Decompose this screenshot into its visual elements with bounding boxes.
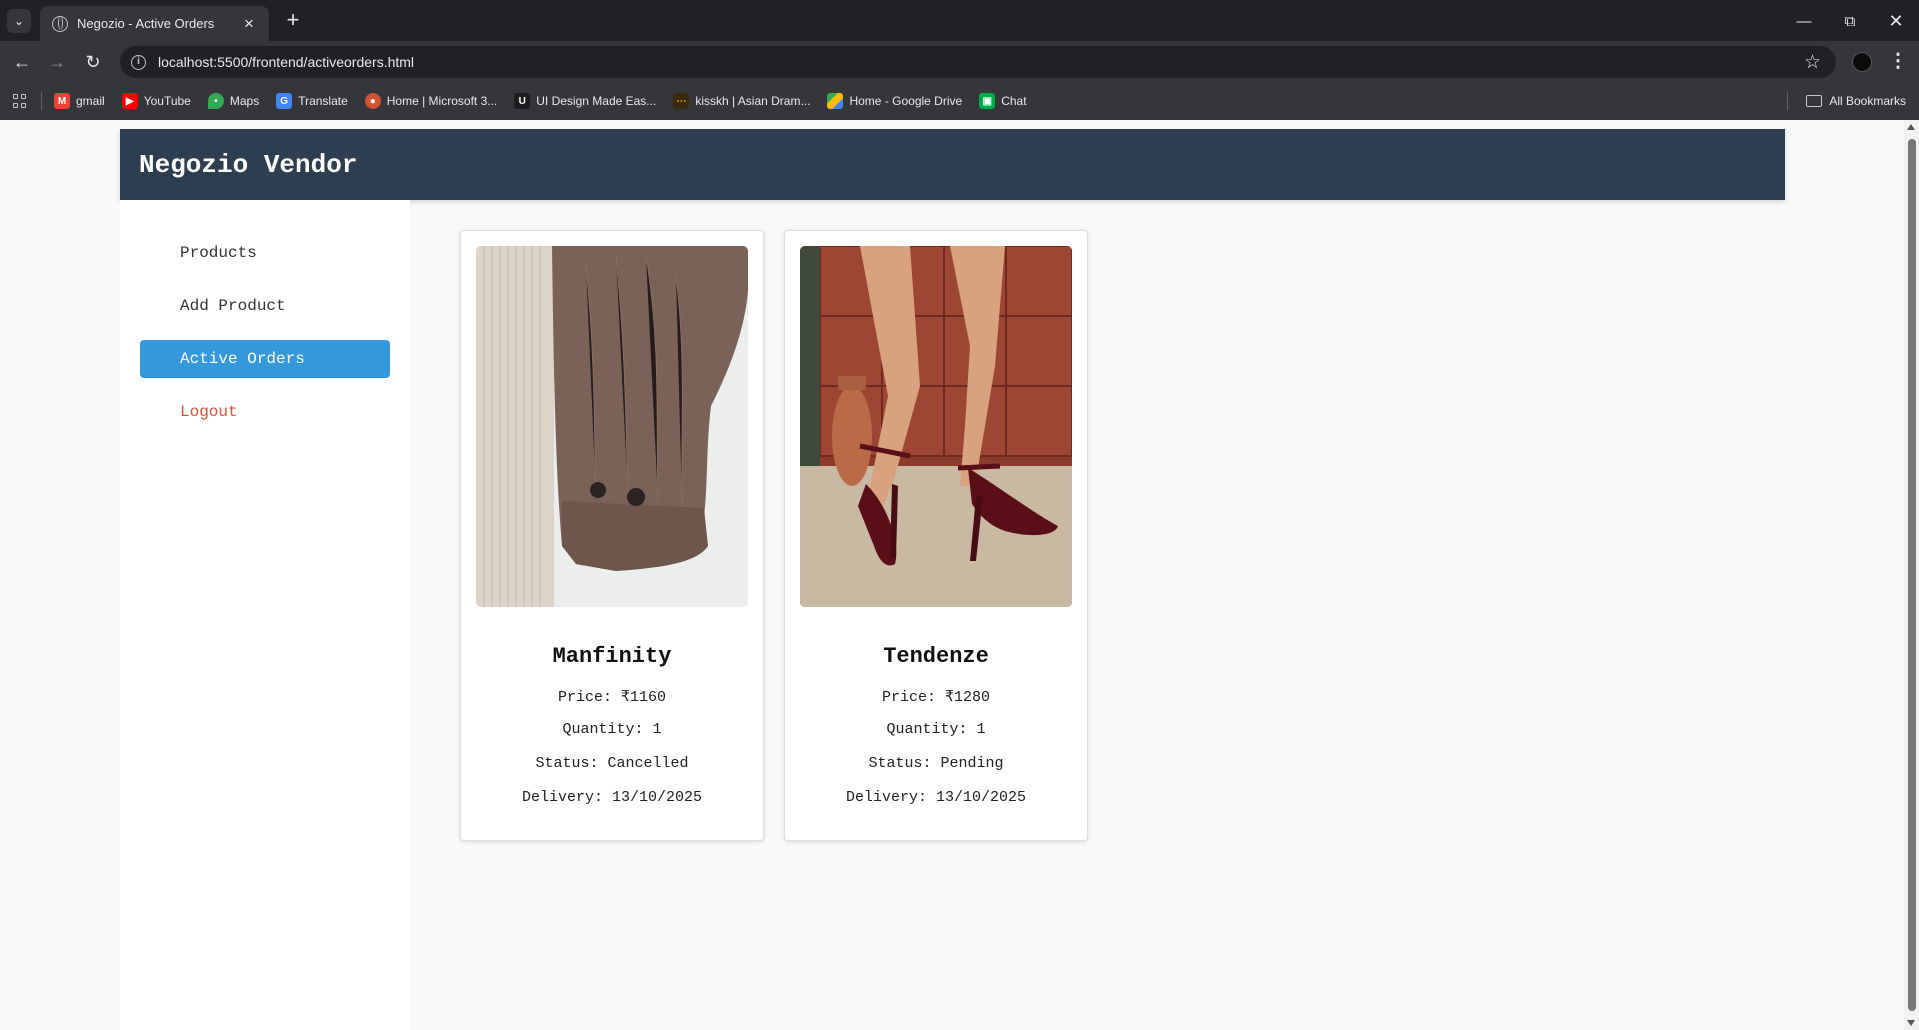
bookmark-label: Maps xyxy=(229,94,260,108)
bookmark-translate[interactable]: G Translate xyxy=(276,93,348,109)
bookmark-label: Home | Microsoft 3... xyxy=(386,94,498,108)
bookmark-microsoft365[interactable]: ● Home | Microsoft 3... xyxy=(364,93,498,109)
google-chat-icon: ▣ xyxy=(979,93,996,109)
all-bookmarks-label: All Bookmarks xyxy=(1829,94,1906,108)
browser-menu-icon[interactable]: ⋮ xyxy=(1886,49,1910,75)
order-card: Manfinity Price: ₹1160 Quantity: 1 Statu… xyxy=(460,230,764,841)
bookmark-label: YouTube xyxy=(143,94,191,108)
brand-title: Negozio Vendor xyxy=(139,150,358,180)
gmail-icon: M xyxy=(54,93,70,109)
vertical-scrollbar[interactable] xyxy=(1904,120,1919,1030)
order-quantity: Quantity: 1 xyxy=(562,721,662,738)
reload-icon[interactable]: ↻ xyxy=(79,48,107,76)
profile-avatar-icon[interactable] xyxy=(1852,52,1872,72)
bookmark-chat[interactable]: ▣ Chat xyxy=(979,93,1027,109)
product-name: Manfinity xyxy=(552,644,672,669)
bookmark-youtube[interactable]: ▶ YouTube xyxy=(121,93,191,109)
restore-window-icon[interactable]: ⧉ xyxy=(1830,8,1870,34)
page-viewport: Negozio Vendor Products Add Product Acti… xyxy=(0,120,1919,1030)
bookmark-label: gmail xyxy=(76,94,105,108)
minimize-icon[interactable]: — xyxy=(1784,8,1824,34)
bookmark-udemy[interactable]: U UI Design Made Eas... xyxy=(514,93,656,109)
order-status: Status: Cancelled xyxy=(535,755,689,772)
translate-icon: G xyxy=(276,93,293,109)
close-window-icon[interactable]: ✕ xyxy=(1876,8,1916,34)
close-tab-icon[interactable]: × xyxy=(239,14,259,34)
maps-icon: • xyxy=(207,93,224,109)
udemy-icon: U xyxy=(514,93,531,109)
app-header: Negozio Vendor xyxy=(120,129,1785,200)
scroll-down-arrow-icon[interactable] xyxy=(1907,1020,1915,1026)
sidebar-item-products[interactable]: Products xyxy=(140,234,390,272)
url-text[interactable]: localhost:5500/frontend/activeorders.htm… xyxy=(158,54,1804,70)
sidebar-item-logout[interactable]: Logout xyxy=(140,393,390,431)
site-info-icon[interactable]: i xyxy=(131,54,146,70)
bookmark-gmail[interactable]: Mgmail xyxy=(54,93,105,109)
google-drive-icon xyxy=(827,93,844,109)
address-bar[interactable]: i localhost:5500/frontend/activeorders.h… xyxy=(120,46,1836,78)
browser-toolbar: ← → ↻ i localhost:5500/frontend/activeor… xyxy=(0,41,1919,82)
all-bookmarks-button[interactable]: All Bookmarks xyxy=(1806,82,1906,120)
sidebar-item-add-product[interactable]: Add Product xyxy=(140,287,390,325)
browser-tab-bar: ⌄ Negozio - Active Orders × + — ⧉ ✕ xyxy=(0,0,1919,41)
scroll-up-arrow-icon[interactable] xyxy=(1907,124,1915,130)
product-name: Tendenze xyxy=(883,644,989,669)
order-status: Status: Pending xyxy=(868,755,1004,772)
tab-title: Negozio - Active Orders xyxy=(77,16,215,31)
order-card: Tendenze Price: ₹1280 Quantity: 1 Status… xyxy=(784,230,1088,841)
bookmark-label: Home - Google Drive xyxy=(849,94,963,108)
bookmarks-bar: Mgmail ▶ YouTube • Maps G Translate ● Home |… xyxy=(0,82,1919,120)
kisskh-icon: ⋯ xyxy=(673,93,690,109)
order-price: Price: ₹1160 xyxy=(557,689,667,706)
browser-tab[interactable]: Negozio - Active Orders × xyxy=(40,6,269,41)
product-image xyxy=(476,246,748,607)
product-image xyxy=(800,246,1072,607)
bookmark-kisskh[interactable]: ⋯ kisskh | Asian Dram... xyxy=(673,93,810,109)
bookmark-star-icon[interactable]: ☆ xyxy=(1804,51,1821,74)
order-quantity: Quantity: 1 xyxy=(886,721,986,738)
new-tab-plus-icon[interactable]: + xyxy=(280,8,306,34)
brown-corduroy-shirt-sleeve-photo xyxy=(476,246,748,607)
bookmark-label: kisskh | Asian Dram... xyxy=(695,94,811,108)
folder-icon xyxy=(1806,95,1823,107)
bookmarks-divider xyxy=(1787,92,1788,110)
back-arrow-icon[interactable]: ← xyxy=(8,48,36,76)
bookmark-label: Chat xyxy=(1001,94,1027,108)
order-delivery: Delivery: 13/10/2025 xyxy=(521,789,703,806)
burgundy-heeled-sandals-photo xyxy=(800,246,1072,607)
tab-search-chevron-icon[interactable]: ⌄ xyxy=(7,9,31,33)
sidebar: Products Add Product Active Orders Logou… xyxy=(120,200,410,1030)
microsoft365-icon: ● xyxy=(364,93,381,109)
bookmark-label: Translate xyxy=(298,94,348,108)
apps-grid-icon[interactable] xyxy=(13,94,27,108)
forward-arrow-icon[interactable]: → xyxy=(43,48,71,76)
order-delivery: Delivery: 13/10/2025 xyxy=(845,789,1027,806)
bookmark-label: UI Design Made Eas... xyxy=(536,94,657,108)
globe-icon xyxy=(52,15,68,32)
sidebar-item-active-orders[interactable]: Active Orders xyxy=(140,340,390,378)
bookmark-google-drive[interactable]: Home - Google Drive xyxy=(827,93,962,109)
bookmarks-divider xyxy=(41,92,42,110)
bookmark-maps[interactable]: • Maps xyxy=(207,93,260,109)
youtube-icon: ▶ xyxy=(121,93,138,109)
scrollbar-thumb[interactable] xyxy=(1908,139,1916,1011)
order-price: Price: ₹1280 xyxy=(881,689,991,706)
